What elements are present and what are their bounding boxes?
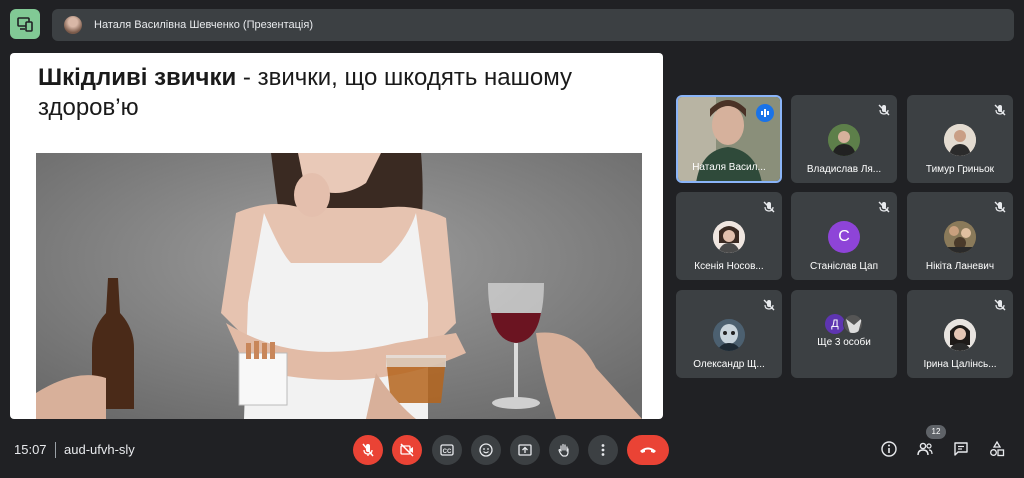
captions-button[interactable]: CC: [432, 435, 462, 465]
participant-tile[interactable]: Наталя Васил...: [676, 95, 782, 183]
mic-toggle-button[interactable]: [353, 435, 383, 465]
presenter-avatar: [64, 16, 82, 34]
avatar: [713, 319, 745, 351]
people-button[interactable]: [914, 438, 936, 460]
slide-photo: [36, 153, 642, 419]
camera-off-icon: [400, 443, 414, 457]
slide-title: Шкідливі звички - звички, що шкодять наш…: [38, 63, 628, 123]
participant-name: Ксенія Носов...: [694, 261, 764, 272]
chat-icon: [954, 442, 968, 456]
participant-tile[interactable]: Ірина Цалінсь...: [907, 290, 1013, 378]
participant-tile[interactable]: Нікіта Ланевич: [907, 192, 1013, 280]
mic-off-icon: [362, 443, 374, 457]
chat-button[interactable]: [950, 438, 972, 460]
shapes-icon: [990, 440, 1005, 457]
hand-icon: [558, 443, 569, 457]
avatar: [843, 314, 863, 334]
raise-hand-button[interactable]: [549, 435, 579, 465]
activities-button[interactable]: [986, 438, 1008, 460]
meeting-code[interactable]: aud-ufvh-sly: [64, 442, 135, 457]
more-participants-label: Ще 3 особи: [817, 337, 871, 348]
camera-toggle-button[interactable]: [392, 435, 422, 465]
end-call-button[interactable]: [627, 435, 669, 465]
more-options-button[interactable]: [588, 435, 618, 465]
presenter-chip[interactable]: Наталя Василівна Шевченко (Презентація): [52, 9, 1014, 41]
emoji-reaction-button[interactable]: [471, 435, 501, 465]
mic-off-icon: [877, 103, 891, 117]
svg-text:CC: CC: [443, 449, 452, 455]
present-screen-button[interactable]: [510, 435, 540, 465]
mic-off-icon: [762, 298, 776, 312]
mic-off-icon: [877, 200, 891, 214]
participant-tile[interactable]: Олександр Щ...: [676, 290, 782, 378]
avatar-initial: Д: [825, 314, 845, 334]
people-count-badge: 12: [926, 425, 946, 439]
divider: [55, 442, 56, 458]
slide-title-bold: Шкідливі звички: [38, 64, 237, 91]
avatar: [828, 124, 860, 156]
participant-name: Наталя Васил...: [692, 162, 766, 173]
participant-tile[interactable]: Ксенія Носов...: [676, 192, 782, 280]
participant-name: Станіслав Цап: [809, 261, 879, 272]
mic-off-icon: [993, 200, 1007, 214]
participant-name: Нікіта Ланевич: [925, 261, 995, 272]
avatar: [944, 319, 976, 351]
mic-off-icon: [993, 103, 1007, 117]
presenter-label: Наталя Василівна Шевченко (Презентація): [94, 19, 313, 31]
more-vertical-icon: [601, 444, 605, 456]
top-bar: Наталя Василівна Шевченко (Презентація): [10, 9, 1014, 41]
bottom-bar: 15:07 aud-ufvh-sly CC 12: [0, 425, 1024, 470]
mic-off-icon: [993, 298, 1007, 312]
mic-off-icon: [762, 200, 776, 214]
present-icon: [518, 444, 532, 456]
meeting-time: 15:07: [14, 442, 47, 457]
people-icon: [917, 442, 933, 456]
avatar: [944, 221, 976, 253]
captions-icon: CC: [440, 444, 454, 456]
info-icon: [881, 441, 897, 457]
speaking-indicator-icon: [756, 104, 774, 122]
participant-name: Владислав Ля...: [806, 164, 882, 175]
participant-tile[interactable]: Владислав Ля...: [791, 95, 897, 183]
avatar: [944, 124, 976, 156]
participant-tile[interactable]: Тимур Гриньок: [907, 95, 1013, 183]
avatar: [713, 221, 745, 253]
more-participants-tile[interactable]: Д Ще 3 особи: [791, 290, 897, 378]
participant-name: Ірина Цалінсь...: [923, 359, 997, 370]
avatar-initial: С: [828, 221, 860, 253]
meeting-details-button[interactable]: [878, 438, 900, 460]
device-icon[interactable]: [10, 9, 40, 39]
participant-tile[interactable]: С Станіслав Цап: [791, 192, 897, 280]
presentation-slide: Шкідливі звички - звички, що шкодять наш…: [10, 53, 663, 419]
participant-name: Олександр Щ...: [693, 359, 765, 370]
smiley-icon: [479, 443, 493, 457]
participant-name: Тимур Гриньок: [925, 164, 995, 175]
phone-hangup-icon: [640, 447, 656, 453]
